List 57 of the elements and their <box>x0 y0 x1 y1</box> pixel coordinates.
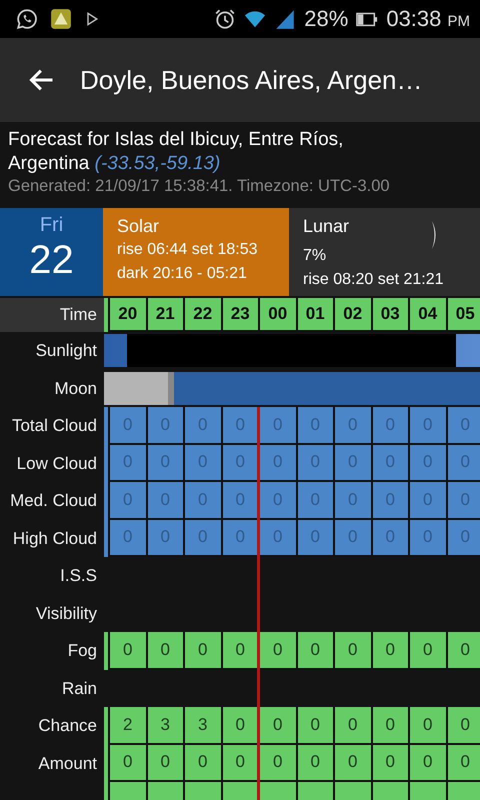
solar-times: dark 20:16 - 05:21 <box>117 264 248 284</box>
table-cell: 0 <box>446 632 480 670</box>
row-label: Time <box>58 304 98 326</box>
hour-cell: 00 <box>258 298 296 332</box>
lunar-times: rise 08:20 set 21:21 <box>303 270 445 290</box>
lunar-title: Lunar <box>303 215 350 238</box>
warning-icon <box>50 8 72 30</box>
alarm-clock-icon <box>214 8 236 30</box>
table-cell: 0 <box>370 520 408 557</box>
row-label: Amount <box>37 752 98 774</box>
table-cell: 0 <box>370 632 408 670</box>
moon-illumination: 7% <box>303 246 328 266</box>
signal-icon <box>274 8 296 30</box>
hour-cell: 05 <box>446 298 480 332</box>
hour-cell: 21 <box>146 298 183 332</box>
coordinates-link[interactable]: (-33.53,-59.13) <box>94 153 220 174</box>
generated-text: Generated: 21/09/17 15:38:41. Timezone: UTC-3.00 <box>8 176 391 196</box>
battery-percentage: 28% <box>304 6 348 32</box>
table-cell: 0 <box>146 632 183 670</box>
table-cell: 0 <box>183 520 220 557</box>
hour-cell: 23 <box>220 298 258 332</box>
row-label: High Cloud <box>12 528 98 550</box>
table-cell: 0 <box>183 632 220 670</box>
hour-cell: 22 <box>183 298 220 332</box>
table-cell: 0 <box>446 520 480 557</box>
table-cell: 0 <box>408 520 446 557</box>
table-cell: 0 <box>333 632 370 670</box>
table-cell: 0 <box>146 520 183 557</box>
row-label: Chance <box>37 715 98 737</box>
solar-times: rise 06:44 set 18:53 <box>117 240 259 260</box>
clock: 03:38 PM <box>386 6 470 32</box>
row-label: Sunlight <box>34 340 98 362</box>
forecast-location: Forecast for Islas del Ibicuy, Entre Ríos, Argentina (-33.53,-59.13) <box>8 128 344 176</box>
row-label: Total Cloud <box>10 415 98 437</box>
toolbar-title: Doyle, Buenos Aires, Argen… <box>80 64 423 96</box>
table-cell: 0 <box>296 632 333 670</box>
table-cell: 0 <box>333 520 370 557</box>
row-label: Visibility <box>34 602 98 624</box>
table-cell: 0 <box>408 632 446 670</box>
day-number: 22 <box>29 237 74 283</box>
row-label: Fog <box>66 640 98 662</box>
solar-title: Solar <box>117 215 160 238</box>
row-label: Low Cloud <box>16 452 98 474</box>
weekday: Fri <box>40 214 64 237</box>
table-cell: 0 <box>108 632 146 670</box>
table-cell: 0 <box>108 520 146 557</box>
row-label: Moon <box>53 378 98 400</box>
hour-cell: 02 <box>333 298 370 332</box>
hour-cell: 04 <box>408 298 446 332</box>
chat-bubble-icon <box>16 8 38 30</box>
table-cell: 0 <box>296 520 333 557</box>
hour-cell: 20 <box>108 298 146 332</box>
row-label: Rain <box>61 678 98 700</box>
row-label: I.S.S <box>59 565 98 587</box>
row-label: Med. Cloud <box>9 490 98 512</box>
hour-cell: 01 <box>296 298 333 332</box>
hour-cell: 03 <box>370 298 408 332</box>
